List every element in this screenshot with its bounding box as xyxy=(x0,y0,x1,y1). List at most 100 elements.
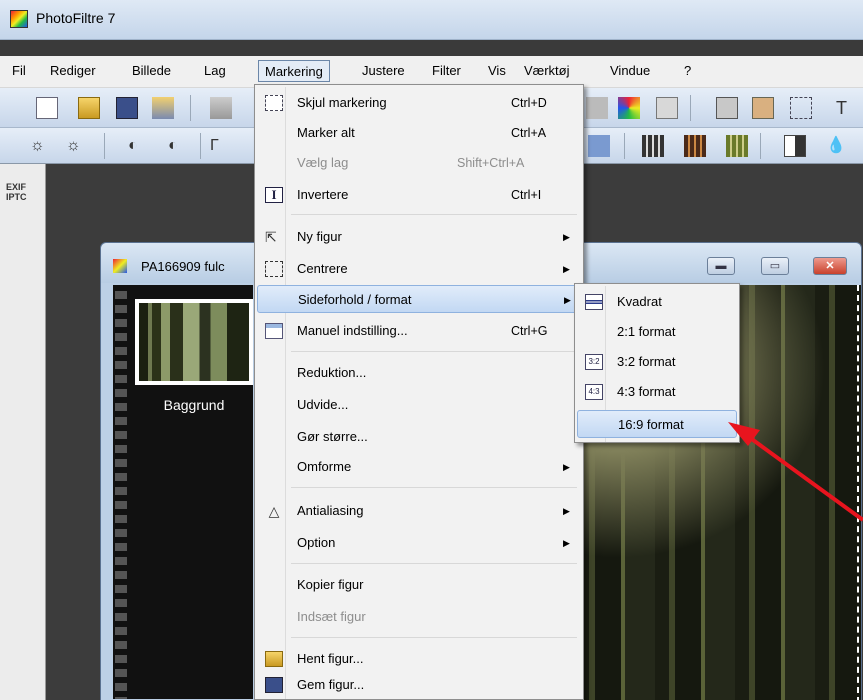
menu-item-label: Omforme xyxy=(297,459,352,474)
menu-help[interactable]: ? xyxy=(678,60,697,82)
invert-icon[interactable] xyxy=(784,135,806,157)
menu-item-marker-alt[interactable]: Marker alt Ctrl+A xyxy=(257,119,581,147)
menu-item-hent-figur[interactable]: Hent figur... xyxy=(257,645,581,673)
menu-item-gem-figur[interactable]: Gem figur... xyxy=(257,671,581,699)
menu-vindue[interactable]: Vindue xyxy=(604,60,656,82)
text-icon[interactable]: T xyxy=(836,97,858,119)
menu-item-sideforhold-format[interactable]: Sideforhold / format ▶ xyxy=(257,285,581,313)
minimize-button[interactable]: ▬ xyxy=(707,257,735,275)
menu-lag[interactable]: Lag xyxy=(198,60,232,82)
contrast-down-icon[interactable]: ◐ xyxy=(128,135,150,157)
gamma-icon[interactable]: Γ xyxy=(210,135,232,157)
submenu-arrow-icon: ▶ xyxy=(564,295,571,305)
pattern-filter-icon[interactable] xyxy=(726,135,748,157)
invert-icon: I xyxy=(265,187,283,203)
new-file-icon[interactable] xyxy=(36,97,58,119)
print-icon[interactable] xyxy=(210,97,232,119)
drop-icon[interactable]: 💧 xyxy=(826,135,848,157)
submenu-item-label: 4:3 format xyxy=(617,384,676,399)
menu-fil[interactable]: Fil xyxy=(6,60,32,82)
ratio-4-3-icon: 4:3 xyxy=(585,384,603,400)
menu-item-indsaet-figur[interactable]: Indsæt figur xyxy=(257,603,581,631)
settings-window-icon xyxy=(265,323,283,339)
menu-item-label: Antialiasing xyxy=(297,503,364,518)
menu-item-invertere[interactable]: I Invertere Ctrl+I xyxy=(257,181,581,209)
menu-item-label: Option xyxy=(297,535,336,550)
selection-icon[interactable] xyxy=(790,97,812,119)
menu-item-label: Udvide... xyxy=(297,397,349,412)
drop-icon: △ xyxy=(268,503,280,519)
texture-filter-icon[interactable] xyxy=(684,135,706,157)
submenu-item-label: 3:2 format xyxy=(617,354,676,369)
menu-item-centrere[interactable]: Centrere ▶ xyxy=(257,255,581,283)
tool-icon[interactable] xyxy=(586,97,608,119)
format-submenu: Kvadrat 2:1 format 3:2 3:2 format 4:3 4:… xyxy=(574,283,740,443)
grid-filter-icon[interactable] xyxy=(642,135,664,157)
toolbar-separator xyxy=(190,95,191,121)
menu-separator xyxy=(291,351,577,352)
person-icon[interactable] xyxy=(752,97,774,119)
document-title: PA166909 fulc xyxy=(141,259,225,274)
menu-item-label: Skjul markering xyxy=(297,95,387,110)
film-holes xyxy=(115,285,127,699)
submenu-arrow-icon: ▶ xyxy=(563,232,570,242)
brightness-up-icon[interactable]: ☼ xyxy=(66,135,88,157)
menu-justere[interactable]: Justere xyxy=(356,60,411,82)
toolbar-separator xyxy=(624,133,625,159)
menu-item-kopier-figur[interactable]: Kopier figur xyxy=(257,571,581,599)
brightness-down-icon[interactable]: ☼ xyxy=(30,135,52,157)
submenu-item-2-1-format[interactable]: 2:1 format xyxy=(577,318,737,346)
color-palette-icon[interactable] xyxy=(618,97,640,119)
menu-item-skjul-markering[interactable]: Skjul markering Ctrl+D xyxy=(257,89,581,117)
submenu-item-4-3-format[interactable]: 4:3 4:3 format xyxy=(577,378,737,406)
layer-label: Baggrund xyxy=(163,397,225,413)
submenu-item-3-2-format[interactable]: 3:2 3:2 format xyxy=(577,348,737,376)
submenu-item-label: Kvadrat xyxy=(617,294,662,309)
menu-item-reduktion[interactable]: Reduktion... xyxy=(257,359,581,387)
menu-separator xyxy=(291,214,577,215)
submenu-item-16-9-format[interactable]: 16:9 format xyxy=(577,410,737,438)
menu-vis[interactable]: Vis xyxy=(482,60,512,82)
markering-menu: Skjul markering Ctrl+D Marker alt Ctrl+A… xyxy=(254,84,584,700)
menu-item-option[interactable]: Option ▶ xyxy=(257,529,581,557)
save-icon[interactable] xyxy=(116,97,138,119)
menu-item-udvide[interactable]: Udvide... xyxy=(257,391,581,419)
figure-icon[interactable] xyxy=(656,97,678,119)
toolbar-separator xyxy=(760,133,761,159)
menu-item-antialiasing[interactable]: △ Antialiasing ▶ xyxy=(257,497,581,525)
menu-item-vaelg-lag[interactable]: Vælg lag Shift+Ctrl+A xyxy=(257,149,581,177)
toolbar-separator xyxy=(104,133,105,159)
menu-item-label: Reduktion... xyxy=(297,365,367,380)
menu-vaerktoej[interactable]: Værktøj xyxy=(518,60,576,82)
square-format-icon xyxy=(585,294,603,310)
open-folder-icon[interactable] xyxy=(78,97,100,119)
menu-item-label: Sideforhold / format xyxy=(298,292,412,307)
menu-item-manuel-indstilling[interactable]: Manuel indstilling... Ctrl+G xyxy=(257,317,581,345)
menu-item-goer-stoerre[interactable]: Gør større... xyxy=(257,423,581,451)
menu-filter[interactable]: Filter xyxy=(426,60,467,82)
menu-item-ny-figur[interactable]: ⇱ Ny figur ▶ xyxy=(257,223,581,251)
menu-item-label: Marker alt xyxy=(297,125,355,140)
menu-billede[interactable]: Billede xyxy=(126,60,177,82)
menu-item-shortcut: Ctrl+I xyxy=(511,188,542,202)
menu-rediger[interactable]: Rediger xyxy=(44,60,102,82)
contrast-up-icon[interactable]: ◐ xyxy=(168,135,190,157)
saturation-icon[interactable] xyxy=(588,135,610,157)
menu-separator xyxy=(291,487,577,488)
menu-item-label: Centrere xyxy=(297,261,348,276)
layer-panel: Baggrund xyxy=(113,285,253,699)
layers-icon[interactable] xyxy=(716,97,738,119)
menu-markering[interactable]: Markering xyxy=(258,60,330,82)
close-button[interactable]: ✕ xyxy=(813,257,847,275)
submenu-item-kvadrat[interactable]: Kvadrat xyxy=(577,288,737,316)
menu-item-omforme[interactable]: Omforme ▶ xyxy=(257,453,581,481)
layer-thumbnail[interactable] xyxy=(135,299,253,385)
menu-separator xyxy=(291,563,577,564)
submenu-item-label: 16:9 format xyxy=(618,417,684,432)
menu-item-label: Invertere xyxy=(297,187,349,202)
exif-label[interactable]: EXIF IPTC xyxy=(6,182,27,202)
menu-item-label: Hent figur... xyxy=(297,651,364,666)
maximize-button[interactable]: ▭ xyxy=(761,257,789,275)
app-icon xyxy=(10,10,28,28)
save-as-icon[interactable] xyxy=(152,97,174,119)
